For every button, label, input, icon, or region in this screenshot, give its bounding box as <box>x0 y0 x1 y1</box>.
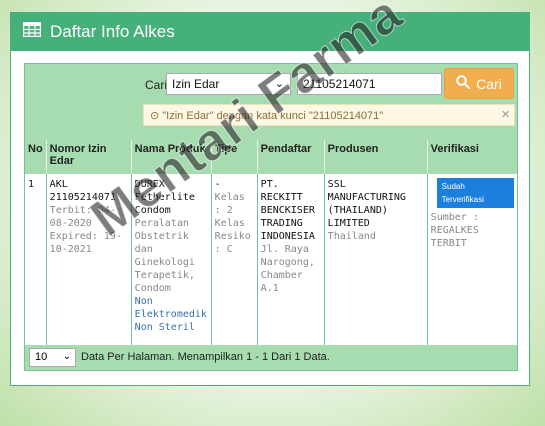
table-footer: 10 ⌄ Data Per Halaman. Menampilkan 1 - 1… <box>25 345 517 370</box>
kelas-info: Kelas : 2 Kelas Resiko : C <box>214 192 251 255</box>
pagination-info: Data Per Halaman. Menampilkan 1 - 1 Dari… <box>81 351 330 363</box>
cell-tipe: - Kelas : 2 Kelas Resiko : C <box>211 174 258 359</box>
per-page-value: 10 <box>35 351 48 363</box>
col-nomor-izin: Nomor Izin Edar <box>46 140 132 174</box>
col-pendaftar: Pendaftar <box>257 140 325 174</box>
per-page-select[interactable]: 10 ⌄ <box>29 348 76 367</box>
cell-produsen: SSL MANUFACTURING (THAILAND) LIMITED Tha… <box>324 174 428 359</box>
verification-source: Sumber : REGALKES TERBIT <box>430 212 479 249</box>
cell-verifikasi: Sudah Terverifikasi Sumber : REGALKES TE… <box>427 174 517 359</box>
cell-pendaftar: PT. RECKITT BENCKISER TRADING INDONESIA … <box>257 174 325 359</box>
verified-badge[interactable]: Sudah Terverifikasi <box>436 178 514 208</box>
cell-no: 1 <box>25 174 47 359</box>
manufacturer-country: Thailand <box>327 231 376 242</box>
registrant-address: Jl. Raya Narogong, Chamber A.1 <box>260 244 315 294</box>
search-label: Cari <box>145 78 168 92</box>
results-table: No Nomor Izin Edar Nama Produk Tipe Pend… <box>25 140 517 359</box>
info-icon: ⊙ <box>150 110 160 122</box>
panel-header: Daftar Info Alkes <box>11 13 529 51</box>
close-icon[interactable]: × <box>501 106 510 123</box>
product-category: Peralatan Obstetrik dan Ginekologi Terap… <box>134 218 195 294</box>
search-button[interactable]: Cari <box>444 68 514 99</box>
tipe-value: - <box>214 179 221 190</box>
search-button-label: Cari <box>476 75 502 92</box>
table-header-row: No Nomor Izin Edar Nama Produk Tipe Pend… <box>25 140 517 174</box>
col-produsen: Produsen <box>324 140 428 174</box>
table-icon <box>22 21 42 42</box>
product-type: Non Elektromedik Non Steril <box>134 296 207 333</box>
col-verifikasi: Verifikasi <box>427 140 517 174</box>
search-icon <box>456 75 471 92</box>
registrant-name: PT. RECKITT BENCKISER TRADING INDONESIA <box>260 179 315 242</box>
chevron-down-icon: ⌄ <box>62 351 71 362</box>
col-no: No <box>25 140 47 174</box>
page-title: Daftar Info Alkes <box>50 22 175 41</box>
search-field-value: Izin Edar <box>172 77 220 91</box>
manufacturer-name: SSL MANUFACTURING (THAILAND) LIMITED <box>327 179 406 229</box>
